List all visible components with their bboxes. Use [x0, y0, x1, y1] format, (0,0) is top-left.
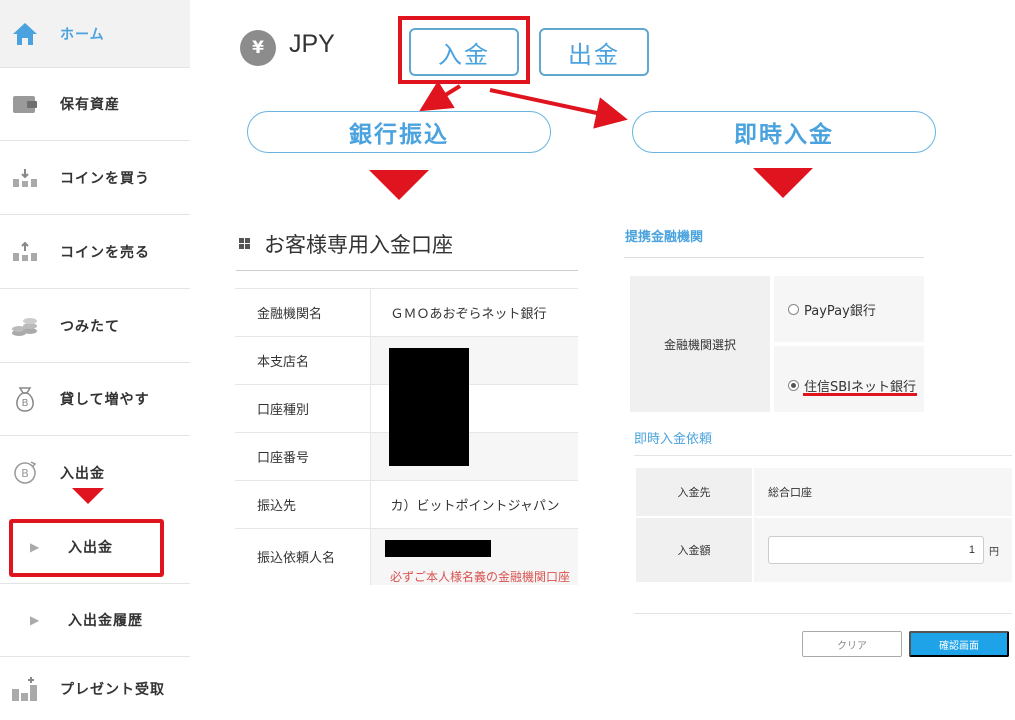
section-icon: [239, 238, 250, 249]
row-label: 振込先: [235, 480, 371, 529]
highlight-underline: [803, 393, 917, 396]
radio-option-paypay[interactable]: PayPay銀行: [774, 276, 924, 342]
bank-select-label: 金融機関選択: [630, 276, 770, 412]
row-label: 口座番号: [235, 432, 371, 481]
partner-section-title: 提携金融機関: [625, 230, 704, 245]
amount-unit: 円: [989, 546, 999, 558]
row-label: 入金額: [636, 518, 752, 582]
row-value: 総合口座: [754, 468, 1012, 516]
indicator-arrow: [369, 170, 429, 200]
bank-transfer-tab[interactable]: 銀行振込: [247, 111, 551, 153]
radio-option-sbi[interactable]: 住信SBIネット銀行: [774, 346, 924, 412]
indicator-arrow: [753, 168, 813, 198]
row-label: 振込依頼人名: [235, 528, 371, 585]
row-value: カ）ビットポイントジャパン: [370, 480, 578, 529]
radio-label: PayPay銀行: [804, 303, 876, 319]
row-value: 円: [754, 518, 1012, 582]
divider: [624, 257, 924, 258]
amount-input[interactable]: [768, 536, 984, 564]
row-label: 金融機関名: [235, 288, 371, 337]
table-row: 振込先 カ）ビットポイントジャパン: [235, 480, 578, 529]
name-warning-note: 必ずご本人様名義の金融機関口座: [390, 570, 571, 584]
bank-select-table: 金融機関選択 PayPay銀行 住信SBIネット銀行: [630, 276, 924, 412]
account-section-title: お客様専用入金口座: [264, 233, 453, 257]
confirm-button[interactable]: 確認画面: [909, 631, 1009, 657]
row-value: ＧＭＯあおぞらネット銀行: [370, 288, 578, 337]
row-label: 口座種別: [235, 384, 371, 433]
redaction-block: [389, 348, 469, 466]
row-label: 本支店名: [235, 336, 371, 385]
table-row: 金融機関名 ＧＭＯあおぞらネット銀行: [235, 288, 578, 337]
divider: [634, 455, 1012, 456]
row-label: 入金先: [636, 468, 752, 516]
table-row: 入金額 円: [636, 518, 1012, 582]
request-section-title: 即時入金依頼: [634, 432, 713, 447]
table-row: 入金先 総合口座: [636, 468, 1012, 516]
divider: [236, 270, 578, 271]
radio-button[interactable]: [788, 379, 799, 391]
divider: [634, 613, 1012, 614]
redaction-block: [385, 540, 491, 557]
radio-button[interactable]: [788, 303, 799, 315]
radio-label: 住信SBIネット銀行: [804, 379, 917, 395]
instant-deposit-tab[interactable]: 即時入金: [632, 111, 936, 153]
clear-button[interactable]: クリア: [802, 631, 902, 657]
